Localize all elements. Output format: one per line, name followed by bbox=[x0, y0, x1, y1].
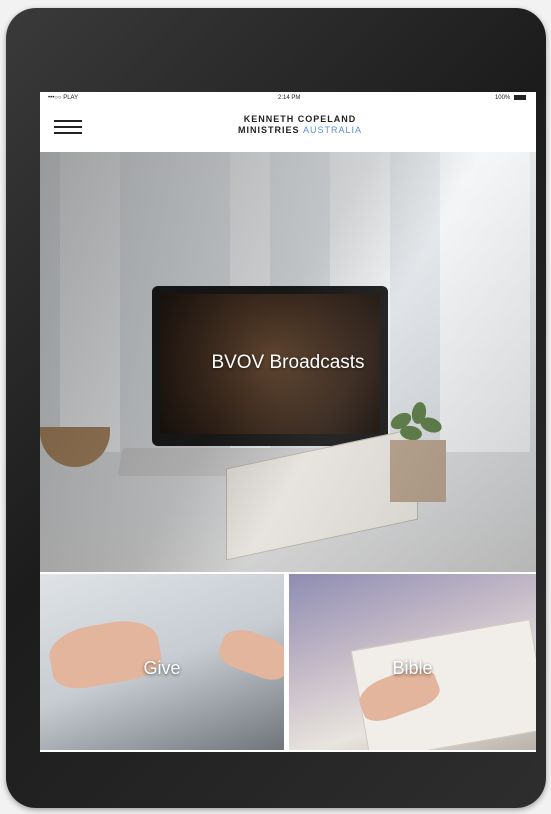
app-screen: •••○○ PLAY 2:14 PM 100% KENNETH COPELAND… bbox=[40, 92, 536, 752]
logo-australia: AUSTRALIA bbox=[303, 125, 363, 135]
bible-label: Bible bbox=[392, 658, 433, 678]
battery-label: 100% bbox=[494, 95, 511, 102]
give-label: Give bbox=[143, 658, 181, 678]
app-header: KENNETH COPELAND MINISTRIES AUSTRALIA bbox=[40, 106, 536, 152]
hamburger-menu-icon[interactable] bbox=[54, 116, 82, 138]
battery-status: 100% bbox=[495, 95, 526, 101]
hand-image bbox=[45, 614, 165, 694]
give-tile[interactable]: Give bbox=[40, 574, 284, 750]
bvov-broadcasts-tile[interactable]: BVOV Broadcasts bbox=[40, 152, 536, 572]
app-logo: KENNETH COPELAND MINISTRIES AUSTRALIA bbox=[200, 114, 400, 136]
status-bar: •••○○ PLAY 2:14 PM 100% bbox=[40, 92, 536, 106]
logo-line-2: MINISTRIES AUSTRALIA bbox=[200, 125, 400, 136]
bible-tile[interactable]: Bible bbox=[289, 574, 536, 750]
logo-ministries: MINISTRIES bbox=[237, 125, 300, 135]
carrier-label: •••○○ PLAY bbox=[48, 95, 79, 101]
battery-icon bbox=[514, 95, 526, 100]
tablet-bezel: •••○○ PLAY 2:14 PM 100% KENNETH COPELAND… bbox=[6, 8, 546, 808]
bvov-broadcasts-label: BVOV Broadcasts bbox=[211, 352, 365, 373]
camera-icon bbox=[286, 58, 292, 64]
logo-line-1: KENNETH COPELAND bbox=[243, 114, 357, 124]
clock-label: 2:14 PM bbox=[278, 95, 301, 101]
